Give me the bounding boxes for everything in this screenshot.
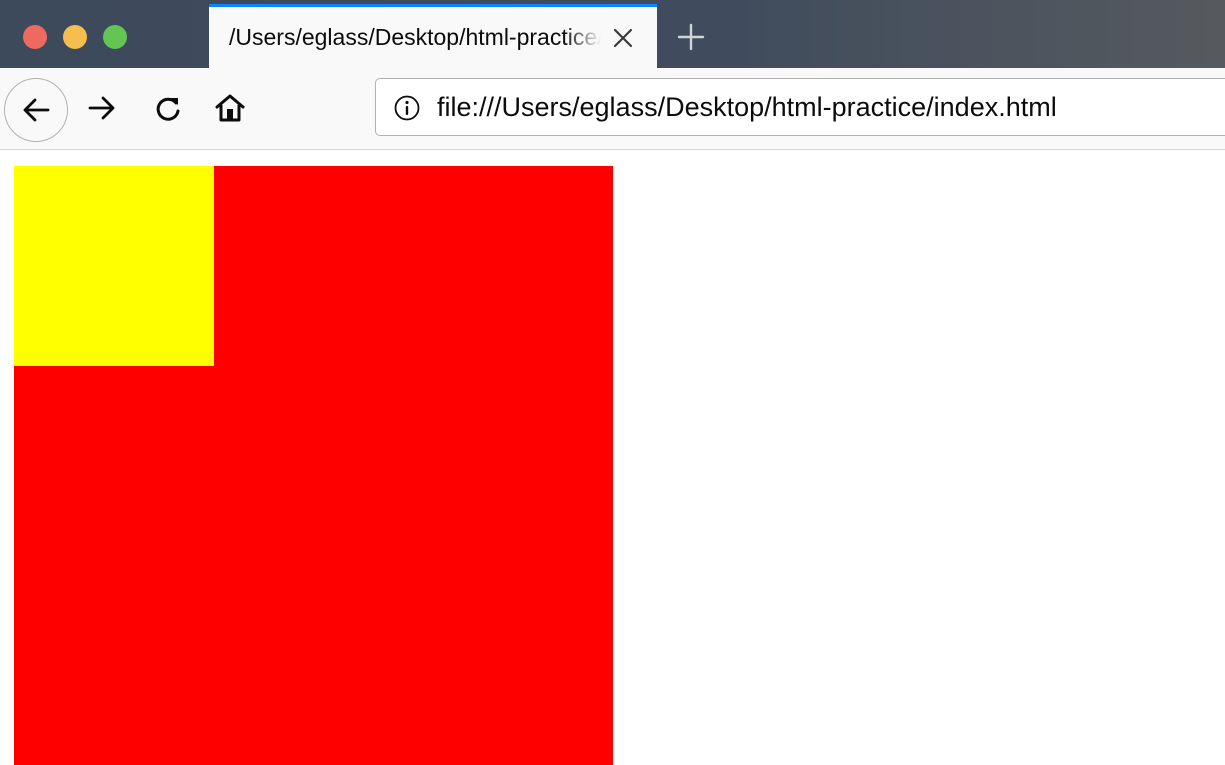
window-maximize-button[interactable] — [103, 25, 127, 49]
tab-strip: /Users/eglass/Desktop/html-practice/inde… — [0, 0, 1225, 68]
nav-toolbar: file:///Users/eglass/Desktop/html-practi… — [0, 68, 1225, 150]
reload-button[interactable] — [148, 88, 188, 128]
forward-button[interactable] — [82, 88, 122, 128]
window-close-button[interactable] — [23, 25, 47, 49]
close-icon[interactable] — [611, 26, 635, 50]
tab-title: /Users/eglass/Desktop/html-practice/inde… — [229, 24, 601, 50]
browser-window: /Users/eglass/Desktop/html-practice/inde… — [0, 0, 1225, 765]
info-icon[interactable] — [393, 94, 421, 122]
window-minimize-button[interactable] — [63, 25, 87, 49]
home-button[interactable] — [210, 88, 250, 128]
red-box — [14, 166, 613, 765]
yellow-box — [14, 166, 214, 366]
url-bar[interactable]: file:///Users/eglass/Desktop/html-practi… — [375, 78, 1225, 136]
url-text[interactable]: file:///Users/eglass/Desktop/html-practi… — [437, 92, 1057, 123]
page-content — [0, 150, 1225, 765]
plus-icon[interactable] — [676, 22, 706, 52]
tab-index-html[interactable]: /Users/eglass/Desktop/html-practice/inde… — [209, 4, 657, 68]
back-button[interactable] — [4, 78, 68, 142]
